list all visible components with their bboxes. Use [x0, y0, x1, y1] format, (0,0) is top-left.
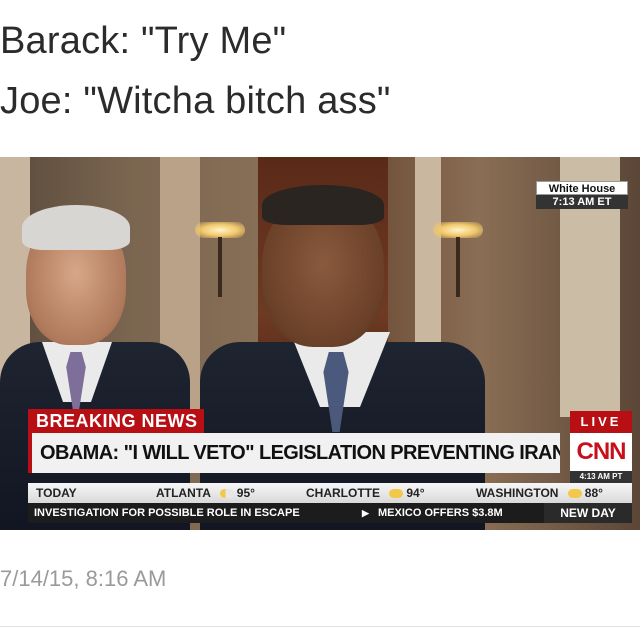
- weather-city-name: WASHINGTON: [476, 486, 559, 500]
- crawl-item: INVESTIGATION FOR POSSIBLE ROLE IN ESCAP…: [34, 507, 300, 519]
- weather-city-charlotte: CHARLOTTE 94°: [306, 483, 425, 503]
- headline-bar: OBAMA: "I WILL VETO" LEGISLATION PREVENT…: [28, 433, 560, 473]
- weather-bar: TODAY ATLANTA 95° CHARLOTTE 94° WASHINGT…: [28, 483, 632, 503]
- crawl-item: MEXICO OFFERS $3.8M: [378, 507, 503, 519]
- news-ticker: BREAKING NEWS LIVE OBAMA: "I WILL VETO" …: [0, 406, 640, 530]
- partly-cloudy-icon: [219, 489, 234, 499]
- cnn-logo-text: CNN: [576, 438, 627, 465]
- weather-city-atlanta: ATLANTA 95°: [156, 483, 255, 503]
- news-crawl: INVESTIGATION FOR POSSIBLE ROLE IN ESCAP…: [28, 503, 632, 523]
- breaking-news-banner: BREAKING NEWS: [28, 409, 204, 433]
- location-badge: White House 7:13 AM ET: [536, 181, 628, 211]
- sun-icon: [567, 489, 582, 499]
- weather-temp: 95°: [236, 486, 255, 500]
- weather-temp: 94°: [406, 486, 425, 500]
- network-time: 4:13 AM PT: [570, 471, 632, 483]
- cnn-logo: CNN: [570, 433, 632, 471]
- play-arrow-icon: ▶: [362, 508, 369, 518]
- weather-temp: 88°: [584, 486, 603, 500]
- tweet-timestamp[interactable]: 7/14/15, 8:16 AM: [0, 566, 166, 592]
- live-badge: LIVE: [570, 411, 632, 433]
- weather-city-washington: WASHINGTON 88°: [476, 483, 603, 503]
- caption-line-2: Joe: "Witcha bitch ass": [0, 80, 391, 122]
- divider: [0, 626, 640, 627]
- show-name: NEW DAY: [544, 503, 632, 523]
- weather-today-label: TODAY: [36, 486, 77, 500]
- location-label: White House: [536, 181, 628, 195]
- weather-city-name: CHARLOTTE: [306, 486, 380, 500]
- location-time: 7:13 AM ET: [536, 195, 628, 209]
- weather-city-name: ATLANTA: [156, 486, 211, 500]
- sun-icon: [389, 489, 404, 499]
- caption-line-1: Barack: "Try Me": [0, 20, 287, 62]
